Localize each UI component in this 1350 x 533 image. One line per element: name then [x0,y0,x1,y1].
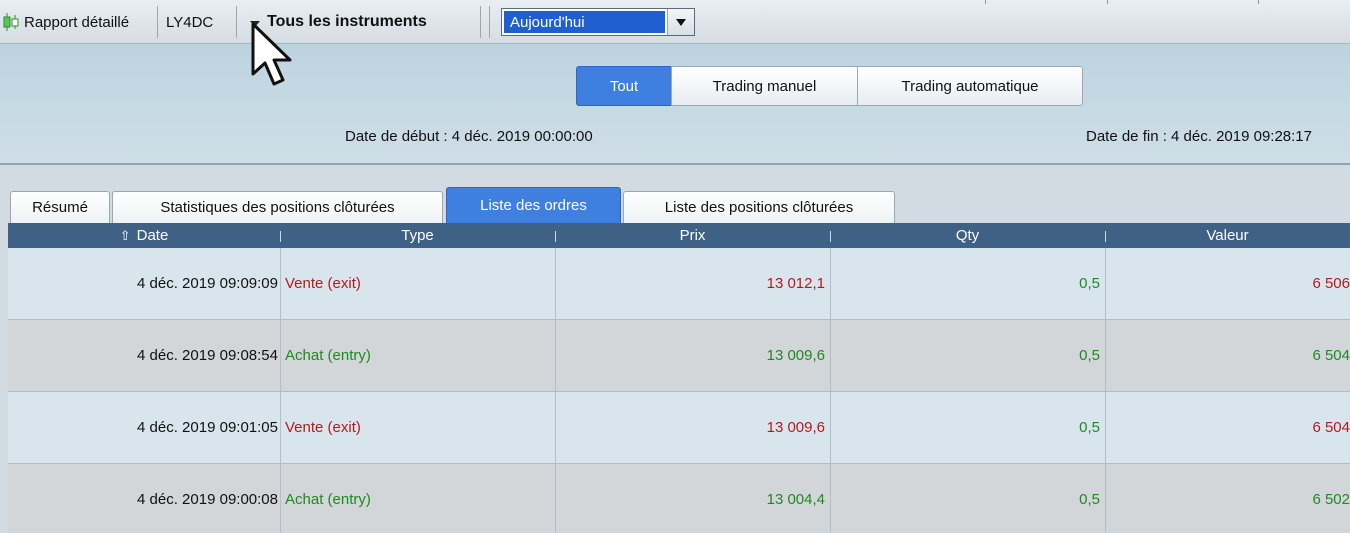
toolbar: Rapport détaillé LY4DC Tous les instrume… [0,0,1350,44]
cell-price: 13 009,6 [766,419,825,436]
segment-automatic-trading-button[interactable]: Trading automatique [857,66,1083,106]
column-header-type[interactable]: Type [280,223,555,248]
cell-qty: 0,5 [1079,275,1100,292]
tab-closed-positions-list[interactable]: Liste des positions clôturées [623,191,895,223]
row-divider [280,392,281,463]
dropdown-arrow-icon [250,20,260,27]
report-tabs: Résumé Statistiques des positions clôtur… [0,165,1350,223]
cell-date: 4 déc. 2019 09:09:09 [137,275,278,292]
column-header-qty[interactable]: Qty [830,223,1105,248]
cell-value: 6 506 [1312,275,1350,292]
toolbar-tick [985,0,986,4]
instruments-dropdown[interactable]: Tous les instruments [250,0,427,44]
column-header-price[interactable]: Prix [555,223,830,248]
tab-summary[interactable]: Résumé [10,191,110,223]
cell-value: 6 504 [1312,347,1350,364]
toolbar-tick [1258,0,1259,4]
column-header-date-label: Date [136,227,169,244]
cell-date: 4 déc. 2019 09:08:54 [137,347,278,364]
end-date-label: Date de fin : 4 déc. 2019 09:28:17 [1085,128,1312,145]
cell-type: Vente (exit) [285,419,361,436]
table-row[interactable]: 4 déc. 2019 09:09:09 Vente (exit) 13 012… [8,248,1350,320]
cell-qty: 0,5 [1079,419,1100,436]
detailed-report-button[interactable]: Rapport détaillé [2,0,129,44]
detailed-report-label: Rapport détaillé [24,13,130,31]
cell-value: 6 502 [1312,491,1350,508]
filter-area: Tout Trading manuel Trading automatique … [0,44,1350,165]
cell-price: 13 012,1 [766,275,825,292]
cell-value: 6 504 [1312,419,1350,436]
tab-orders-list[interactable]: Liste des ordres [446,187,621,223]
toolbar-separator [489,6,490,38]
orders-table: ⇧ Date Type Prix Qty Valeur 4 déc. 2019 … [8,223,1350,533]
cell-type: Vente (exit) [285,275,361,292]
table-row[interactable]: 4 déc. 2019 09:00:08 Achat (entry) 13 00… [8,464,1350,533]
table-header: ⇧ Date Type Prix Qty Valeur [8,223,1350,248]
dropdown-arrow-icon [676,18,686,26]
account-label[interactable]: LY4DC [166,0,213,44]
candlestick-icon [3,13,19,31]
segment-manual-trading-button[interactable]: Trading manuel [671,66,858,106]
cell-qty: 0,5 [1079,347,1100,364]
cell-date: 4 déc. 2019 09:01:05 [137,419,278,436]
period-select-value: Aujourd'hui [504,11,665,33]
cell-type: Achat (entry) [285,347,371,364]
toolbar-separator [157,6,158,38]
toolbar-separator [480,6,481,38]
instruments-label: Tous les instruments [267,13,427,30]
period-select[interactable]: Aujourd'hui [501,8,695,36]
segment-all-button[interactable]: Tout [576,66,672,106]
row-divider [280,320,281,391]
grid-left-margin [0,223,8,533]
table-row[interactable]: 4 déc. 2019 09:01:05 Vente (exit) 13 009… [8,392,1350,464]
period-select-button[interactable] [667,9,694,35]
start-date-label: Date de début : 4 déc. 2019 00:00:00 [345,128,593,145]
cell-qty: 0,5 [1079,491,1100,508]
cell-date: 4 déc. 2019 09:00:08 [137,491,278,508]
column-header-value[interactable]: Valeur [1105,223,1350,248]
toolbar-separator [236,6,237,38]
sort-up-icon: ⇧ [119,227,131,243]
row-divider [280,464,281,533]
cell-price: 13 004,4 [766,491,825,508]
tab-closed-position-stats[interactable]: Statistiques des positions clôturées [112,191,443,223]
toolbar-tick [1107,0,1108,4]
column-header-date[interactable]: ⇧ Date [8,223,280,248]
row-divider [280,248,281,319]
table-row[interactable]: 4 déc. 2019 09:08:54 Achat (entry) 13 00… [8,320,1350,392]
cell-price: 13 009,6 [766,347,825,364]
cell-type: Achat (entry) [285,491,371,508]
